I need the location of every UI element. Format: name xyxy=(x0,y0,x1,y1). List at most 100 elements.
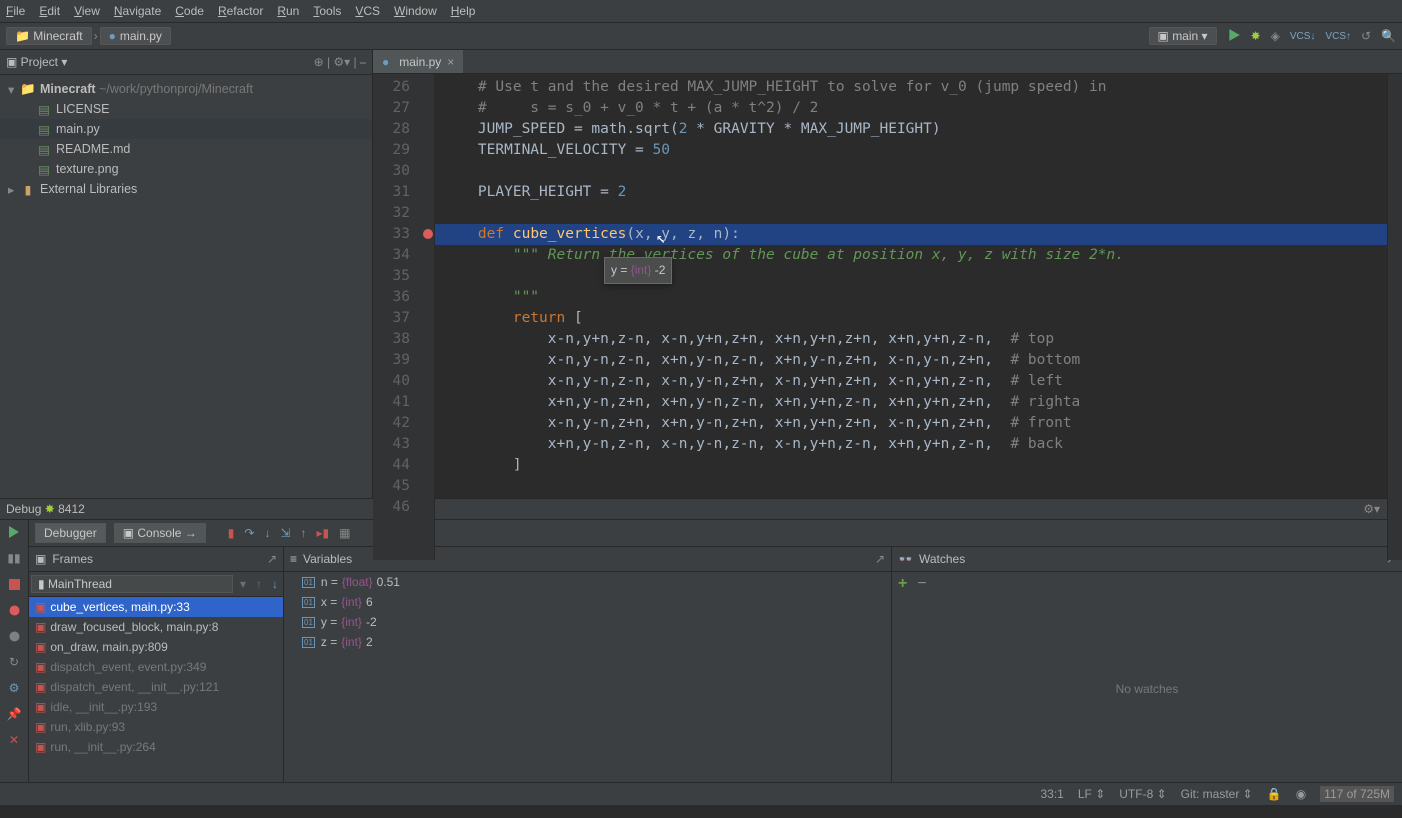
thread-selector[interactable]: ▮ MainThread ▾ ↑ ↓ xyxy=(29,572,283,597)
watches-pane: 👓Watches↗ + − No watches xyxy=(892,547,1402,782)
watches-toolbar: + − xyxy=(892,572,1402,596)
run-config-selector[interactable]: ▣ main ▾ xyxy=(1149,27,1217,45)
close-icon[interactable]: × xyxy=(447,55,454,69)
project-root-row[interactable]: ▾📁 Minecraft ~/work/pythonproj/Minecraft xyxy=(0,79,372,99)
lock-icon[interactable]: 🔒 xyxy=(1267,787,1282,801)
file-encoding[interactable]: UTF-8 ⇕ xyxy=(1119,787,1166,801)
menu-tools[interactable]: Tools xyxy=(313,4,341,18)
pause-icon[interactable]: ▮▮ xyxy=(6,550,22,566)
mute-breakpoints-icon[interactable] xyxy=(6,628,22,644)
evaluate-icon[interactable]: ▦ xyxy=(339,526,350,540)
menu-window[interactable]: Window xyxy=(394,4,437,18)
settings-icon[interactable]: ⚙ xyxy=(6,680,22,696)
show-execution-point-icon[interactable]: ▮ xyxy=(228,526,235,540)
variables-list[interactable]: 01n = {float} 0.5101x = {int} 601y = {in… xyxy=(284,572,891,652)
main-split: ▣ Project ▾ ⊕ | ⚙▾ | ⎯ ▾📁 Minecraft ~/wo… xyxy=(0,50,1402,498)
editor-tabs: ●main.py× xyxy=(373,50,1402,74)
no-watches-label: No watches xyxy=(892,596,1402,782)
menu-help[interactable]: Help xyxy=(451,4,476,18)
file-row[interactable]: ▤README.md xyxy=(0,139,372,159)
project-title: Project xyxy=(21,55,58,69)
file-row[interactable]: ▤main.py xyxy=(0,119,372,139)
main-toolbar: 📁 Minecraft › ●main.py ▣ main ▾ ✸ ◈ VCS↓… xyxy=(0,23,1402,50)
menu-code[interactable]: Code xyxy=(175,4,204,18)
dropdown-icon[interactable]: ▾ xyxy=(235,577,251,591)
stack-frame[interactable]: ▣draw_focused_block, main.py:8 xyxy=(29,617,283,637)
inspect-icon[interactable]: ◉ xyxy=(1296,787,1306,801)
rerun-icon[interactable]: ↻ xyxy=(6,654,22,670)
search-icon[interactable]: 🔍 xyxy=(1381,29,1396,43)
step-over-icon[interactable]: ↷ xyxy=(244,526,254,540)
menu-vcs[interactable]: VCS xyxy=(355,4,380,18)
stack-frame[interactable]: ▣cube_vertices, main.py:33 xyxy=(29,597,283,617)
editor: ●main.py× 262728293031323334353637383940… xyxy=(373,50,1402,498)
stack-frame[interactable]: ▣idle, __init__.py:193 xyxy=(29,697,283,717)
status-bar: 33:1 LF ⇕ UTF-8 ⇕ Git: master ⇕ 🔒 ◉ 117 … xyxy=(0,782,1402,805)
variables-title: Variables xyxy=(303,552,352,566)
menu-file[interactable]: File xyxy=(6,4,25,18)
error-stripe[interactable] xyxy=(1387,74,1402,560)
menu-edit[interactable]: Edit xyxy=(39,4,60,18)
code-area[interactable]: 2627282930313233343536373839404142434445… xyxy=(373,74,1402,560)
stack-frame[interactable]: ▣run, __init__.py:264 xyxy=(29,737,283,757)
git-branch[interactable]: Git: master ⇕ xyxy=(1181,787,1253,801)
menu-refactor[interactable]: Refactor xyxy=(218,4,263,18)
frames-list[interactable]: ▣cube_vertices, main.py:33▣draw_focused_… xyxy=(29,597,283,757)
editor-tab-main[interactable]: ●main.py× xyxy=(373,50,463,73)
frames-pane: ▣Frames↗ ▮ MainThread ▾ ↑ ↓ ▣cube_vertic… xyxy=(29,547,284,782)
tab-console[interactable]: ▣ Console → xyxy=(114,523,206,543)
revert-icon[interactable]: ↺ xyxy=(1361,29,1371,43)
gutter[interactable]: 2627282930313233343536373839404142434445… xyxy=(373,74,435,560)
memory-indicator[interactable]: 117 of 725M xyxy=(1320,786,1394,802)
close-icon[interactable]: ✕ xyxy=(6,732,22,748)
breadcrumb-file[interactable]: ●main.py xyxy=(100,27,171,45)
debug-side-toolbar: ▮▮ ↻ ⚙ 📌 ✕ xyxy=(0,520,29,782)
variable-row[interactable]: 01z = {int} 2 xyxy=(284,632,891,652)
stop-icon[interactable] xyxy=(6,576,22,592)
next-frame-icon[interactable]: ↓ xyxy=(267,577,283,591)
stack-frame[interactable]: ▣run, xlib.py:93 xyxy=(29,717,283,737)
code-lines[interactable]: # Use t and the desired MAX_JUMP_HEIGHT … xyxy=(435,74,1387,560)
breadcrumb: 📁 Minecraft › ●main.py xyxy=(6,27,171,45)
step-out-icon[interactable]: ↑ xyxy=(301,526,307,540)
view-breakpoints-icon[interactable] xyxy=(6,602,22,618)
toolbar-right: ▣ main ▾ ✸ ◈ VCS↓ VCS↑ ↺ 🔍 xyxy=(1149,27,1396,45)
menu-navigate[interactable]: Navigate xyxy=(114,4,161,18)
variable-row[interactable]: 01y = {int} -2 xyxy=(284,612,891,632)
variable-row[interactable]: 01x = {int} 6 xyxy=(284,592,891,612)
caret-position[interactable]: 33:1 xyxy=(1041,787,1064,801)
breadcrumb-root[interactable]: 📁 Minecraft xyxy=(6,27,92,45)
debug-icon[interactable]: ✸ xyxy=(1251,29,1261,43)
add-watch-icon[interactable]: + xyxy=(898,575,907,593)
variables-pane: ≡Variables↗ 01n = {float} 0.5101x = {int… xyxy=(284,547,892,782)
line-separator[interactable]: LF ⇕ xyxy=(1078,787,1105,801)
project-header-tools[interactable]: ⊕ | ⚙▾ | ⎯ xyxy=(314,55,366,70)
resume-icon[interactable] xyxy=(6,524,22,540)
run-icon[interactable] xyxy=(1227,28,1241,45)
stack-frame[interactable]: ▣dispatch_event, event.py:349 xyxy=(29,657,283,677)
menu-run[interactable]: Run xyxy=(277,4,299,18)
step-into-icon[interactable]: ↓ xyxy=(264,526,270,540)
commit-vcs-icon[interactable]: VCS↑ xyxy=(1325,31,1351,42)
menu-view[interactable]: View xyxy=(74,4,100,18)
pin-icon[interactable]: 📌 xyxy=(6,706,22,722)
frames-title: Frames xyxy=(52,552,93,566)
file-row[interactable]: ▤LICENSE xyxy=(0,99,372,119)
update-vcs-icon[interactable]: VCS↓ xyxy=(1290,31,1316,42)
project-header: ▣ Project ▾ ⊕ | ⚙▾ | ⎯ xyxy=(0,50,372,75)
coverage-icon[interactable]: ◈ xyxy=(1271,29,1280,43)
step-into-my-icon[interactable]: ⇲ xyxy=(280,526,290,540)
run-to-cursor-icon[interactable]: ▸▮ xyxy=(317,526,330,540)
stack-frame[interactable]: ▣dispatch_event, __init__.py:121 xyxy=(29,677,283,697)
value-tooltip: y = {int} -2 xyxy=(604,257,672,284)
file-row[interactable]: ▤texture.png xyxy=(0,159,372,179)
tab-debugger[interactable]: Debugger xyxy=(35,523,106,543)
variable-row[interactable]: 01n = {float} 0.51 xyxy=(284,572,891,592)
menubar[interactable]: File Edit View Navigate Code Refactor Run Tools… xyxy=(0,0,1402,23)
external-libraries-row[interactable]: ▸▮External Libraries xyxy=(0,179,372,199)
stack-frame[interactable]: ▣on_draw, main.py:809 xyxy=(29,637,283,657)
restore-layout-icon[interactable]: ↗ xyxy=(267,552,277,566)
remove-watch-icon[interactable]: − xyxy=(917,575,926,593)
project-tree[interactable]: ▾📁 Minecraft ~/work/pythonproj/Minecraft… xyxy=(0,75,372,203)
prev-frame-icon[interactable]: ↑ xyxy=(251,577,267,591)
